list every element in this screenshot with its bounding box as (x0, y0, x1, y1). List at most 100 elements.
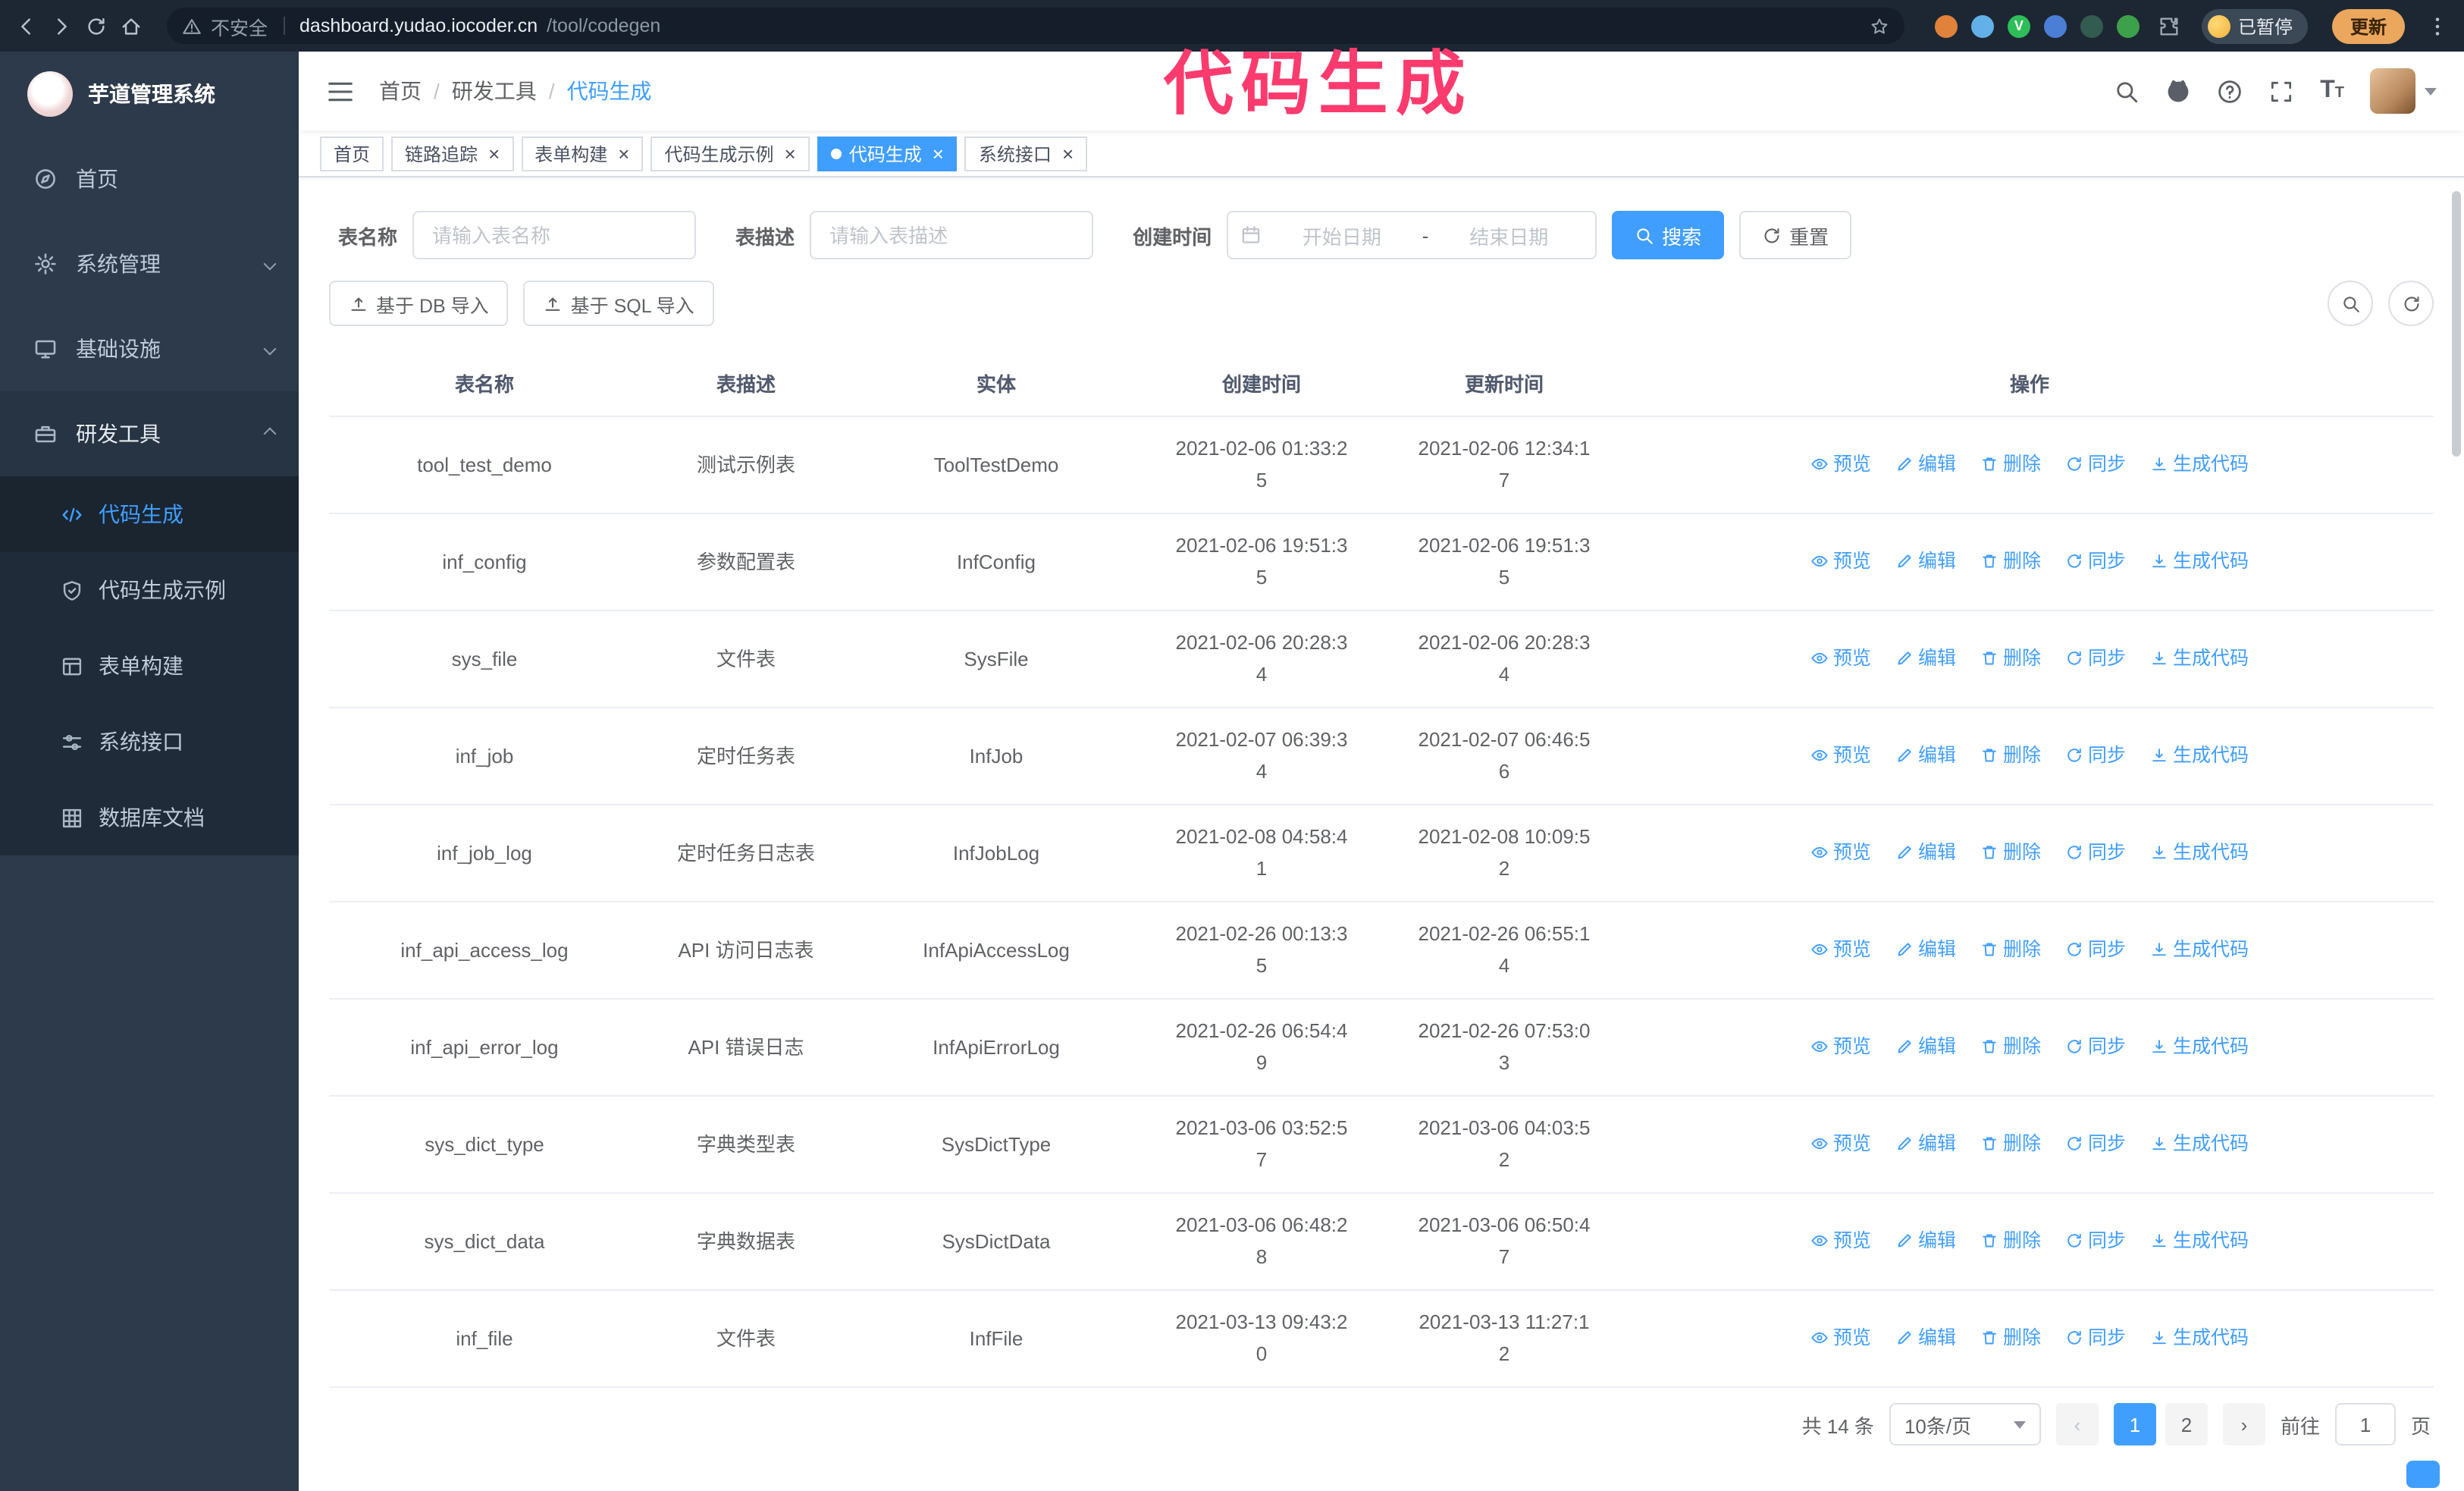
sidebar-item-基础设施[interactable]: 基础设施 (0, 306, 299, 391)
bookmark-star-icon[interactable] (1870, 16, 1889, 36)
action-删除[interactable]: 删除 (1980, 447, 2041, 480)
action-删除[interactable]: 删除 (1980, 1029, 2041, 1063)
breadcrumb-item[interactable]: 研发工具 (452, 76, 537, 106)
sidebar-item-研发工具[interactable]: 研发工具 (0, 391, 299, 476)
action-同步[interactable]: 同步 (2065, 835, 2126, 868)
browser-menu-icon[interactable] (2426, 14, 2449, 37)
action-删除[interactable]: 删除 (1980, 835, 2041, 868)
app-logo[interactable]: 芋道管理系统 (0, 52, 299, 137)
action-编辑[interactable]: 编辑 (1895, 1029, 1956, 1063)
tab-表单构建[interactable]: 表单构建 × (521, 136, 644, 171)
action-编辑[interactable]: 编辑 (1895, 1126, 1956, 1160)
action-生成代码[interactable]: 生成代码 (2150, 1320, 2249, 1354)
tab-close-icon[interactable]: × (933, 143, 944, 163)
date-range-picker[interactable]: 开始日期 - 结束日期 (1227, 211, 1597, 259)
sidebar-toggle-icon[interactable] (326, 77, 355, 105)
sidebar-subitem-表单构建[interactable]: 表单构建 (0, 628, 299, 704)
action-编辑[interactable]: 编辑 (1895, 544, 1956, 577)
action-同步[interactable]: 同步 (2065, 641, 2126, 674)
import-db-button[interactable]: 基于 DB 导入 (329, 281, 509, 326)
action-删除[interactable]: 删除 (1980, 544, 2041, 577)
action-生成代码[interactable]: 生成代码 (2150, 447, 2249, 480)
prev-page-button[interactable]: ‹ (2055, 1403, 2099, 1445)
extension-icon[interactable] (1934, 14, 1958, 37)
action-同步[interactable]: 同步 (2065, 738, 2126, 771)
action-预览[interactable]: 预览 (1810, 932, 1871, 965)
action-预览[interactable]: 预览 (1810, 1126, 1871, 1160)
action-同步[interactable]: 同步 (2065, 544, 2126, 577)
browser-forward-icon[interactable] (50, 14, 73, 37)
extension-icon[interactable] (2080, 14, 2103, 37)
extension-icon[interactable]: V (2007, 14, 2030, 37)
goto-page-input[interactable] (2334, 1403, 2396, 1445)
action-同步[interactable]: 同步 (2065, 447, 2126, 480)
breadcrumb-item[interactable]: 首页 (379, 76, 422, 106)
page-button-2[interactable]: 2 (2165, 1403, 2208, 1445)
sidebar-subitem-系统接口[interactable]: 系统接口 (0, 704, 299, 780)
action-预览[interactable]: 预览 (1810, 1223, 1871, 1257)
sidebar-subitem-代码生成示例[interactable]: 代码生成示例 (0, 552, 299, 628)
action-删除[interactable]: 删除 (1980, 1320, 2041, 1354)
action-预览[interactable]: 预览 (1810, 1029, 1871, 1063)
sidebar-item-首页[interactable]: 首页 (0, 137, 299, 221)
tab-首页[interactable]: 首页 (320, 136, 384, 171)
fullscreen-icon[interactable] (2268, 78, 2294, 104)
table-name-input[interactable] (412, 211, 697, 259)
action-预览[interactable]: 预览 (1810, 447, 1871, 480)
table-desc-input[interactable] (810, 211, 1094, 259)
action-同步[interactable]: 同步 (2065, 932, 2126, 965)
tab-close-icon[interactable]: × (618, 143, 629, 163)
help-icon[interactable] (2217, 78, 2243, 104)
github-icon[interactable] (2165, 78, 2191, 104)
reset-button[interactable]: 重置 (1739, 211, 1852, 259)
action-生成代码[interactable]: 生成代码 (2150, 544, 2249, 577)
float-button[interactable] (2406, 1461, 2440, 1488)
sidebar-subitem-代码生成[interactable]: 代码生成 (0, 476, 299, 552)
action-编辑[interactable]: 编辑 (1895, 447, 1956, 480)
action-生成代码[interactable]: 生成代码 (2150, 835, 2249, 868)
refresh-button[interactable] (2388, 281, 2434, 326)
action-生成代码[interactable]: 生成代码 (2150, 1126, 2249, 1160)
action-同步[interactable]: 同步 (2065, 1126, 2126, 1160)
action-预览[interactable]: 预览 (1810, 738, 1871, 771)
action-编辑[interactable]: 编辑 (1895, 1320, 1956, 1354)
action-生成代码[interactable]: 生成代码 (2150, 641, 2249, 674)
extension-icon[interactable] (2043, 14, 2067, 37)
browser-update-button[interactable]: 更新 (2331, 8, 2405, 43)
action-删除[interactable]: 删除 (1980, 932, 2041, 965)
action-生成代码[interactable]: 生成代码 (2150, 738, 2249, 771)
action-编辑[interactable]: 编辑 (1895, 1223, 1956, 1257)
scrollbar-thumb[interactable] (2452, 191, 2461, 457)
browser-back-icon[interactable] (15, 14, 38, 37)
extension-icon[interactable] (2116, 14, 2140, 37)
font-size-icon[interactable]: TT (2320, 77, 2344, 105)
action-编辑[interactable]: 编辑 (1895, 738, 1956, 771)
extension-icon[interactable] (1970, 14, 1994, 37)
tab-close-icon[interactable]: × (785, 143, 796, 163)
action-同步[interactable]: 同步 (2065, 1320, 2126, 1354)
action-删除[interactable]: 删除 (1980, 1223, 2041, 1257)
action-同步[interactable]: 同步 (2065, 1029, 2126, 1063)
tab-代码生成示例[interactable]: 代码生成示例 × (650, 136, 810, 171)
search-button[interactable]: 搜索 (1612, 211, 1725, 259)
sidebar-item-系统管理[interactable]: 系统管理 (0, 221, 299, 306)
tab-close-icon[interactable]: × (488, 143, 500, 163)
extensions-puzzle-icon[interactable] (2158, 14, 2180, 37)
action-删除[interactable]: 删除 (1980, 1126, 2041, 1160)
tab-代码生成[interactable]: 代码生成 × (817, 136, 958, 171)
header-search-icon[interactable] (2114, 78, 2140, 104)
browser-home-icon[interactable] (120, 14, 143, 37)
action-预览[interactable]: 预览 (1810, 641, 1871, 674)
tab-系统接口[interactable]: 系统接口 × (964, 136, 1088, 171)
import-sql-button[interactable]: 基于 SQL 导入 (523, 281, 714, 326)
user-menu[interactable] (2370, 68, 2437, 114)
action-生成代码[interactable]: 生成代码 (2150, 1223, 2249, 1257)
address-bar[interactable]: 不安全 dashboard.yudao.iocoder.cn/tool/code… (167, 8, 1904, 44)
next-page-button[interactable]: › (2222, 1403, 2265, 1445)
action-删除[interactable]: 删除 (1980, 738, 2041, 771)
action-预览[interactable]: 预览 (1810, 835, 1871, 868)
sidebar-subitem-数据库文档[interactable]: 数据库文档 (0, 780, 299, 855)
action-删除[interactable]: 删除 (1980, 641, 2041, 674)
action-生成代码[interactable]: 生成代码 (2150, 932, 2249, 965)
tab-链路追踪[interactable]: 链路追踪 × (391, 136, 514, 171)
